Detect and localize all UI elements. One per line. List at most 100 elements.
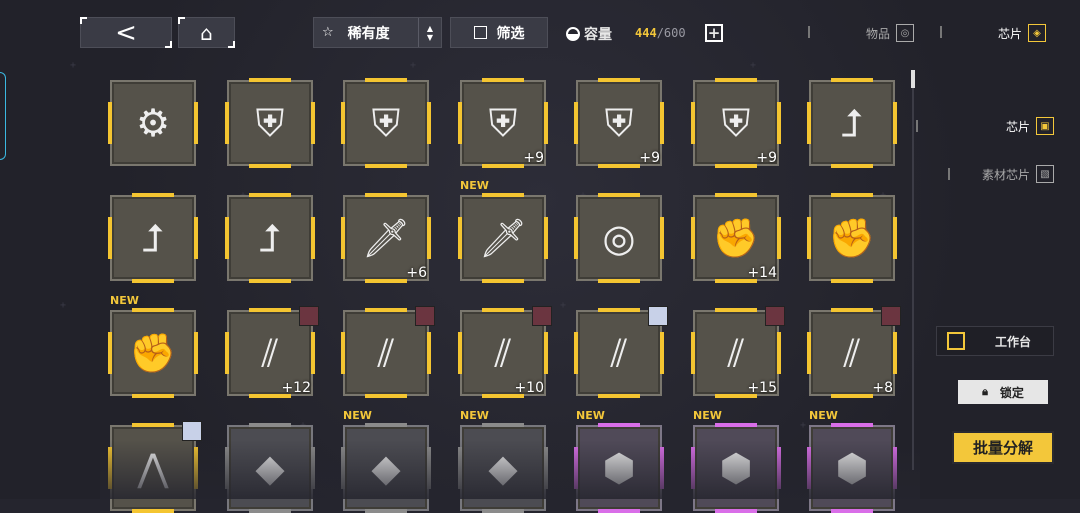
fist-icon: ✊ (828, 215, 876, 260)
background-marker: + (560, 300, 567, 311)
home-button[interactable]: ⌂ (178, 17, 235, 48)
equipped-character-avatar (415, 306, 435, 326)
workbench-label: 工作台 (995, 334, 1032, 349)
tab-chips-label: 芯片 (997, 26, 1022, 41)
background-marker: + (60, 300, 67, 311)
scrollbar-thumb[interactable] (911, 70, 915, 88)
batch-label: 批量分解 (972, 439, 1033, 457)
chip-item[interactable]: ✊ NEW (108, 294, 198, 398)
tab-items[interactable]: 物品 ◎ (808, 20, 918, 46)
enhance-level: +9 (639, 150, 660, 166)
capacity-label: 容量 (584, 27, 612, 43)
enhance-level: +6 (406, 265, 427, 281)
background-marker: + (70, 60, 77, 71)
chip-item[interactable]: ⫽ +10 (458, 306, 552, 398)
chip-icon: ▣ (1036, 117, 1054, 135)
new-badge: NEW (576, 409, 605, 422)
chevron-left-icon: < (115, 17, 137, 48)
chip-item[interactable]: ⮥ (225, 193, 315, 283)
chip-item[interactable]: ⫽ (341, 306, 435, 398)
enhance-level: +9 (756, 150, 777, 166)
star-icon: ☆ (322, 25, 334, 40)
filter-icon (473, 26, 487, 39)
chip-item[interactable]: ⫽ +15 (691, 306, 785, 398)
chainsaw-icon: ⚙ (135, 101, 171, 145)
chip-item[interactable]: ⚙ (108, 80, 198, 166)
new-badge: NEW (460, 409, 489, 422)
enhance-level: +15 (747, 380, 777, 396)
enhance-level: +9 (523, 150, 544, 166)
expand-capacity-button[interactable]: + (705, 24, 723, 42)
capacity-icon (566, 27, 580, 41)
scroll-fade (100, 440, 920, 499)
chip-icon: ◈ (1028, 24, 1046, 42)
equipped-character-avatar (765, 306, 785, 326)
chip-item[interactable]: ✊ +14 (691, 193, 781, 283)
new-badge: NEW (693, 409, 722, 422)
chip-item[interactable]: ⛨ (341, 78, 431, 168)
new-badge: NEW (110, 294, 139, 307)
turn-arrow-icon: ⮥ (258, 215, 282, 260)
chip-item[interactable]: ⮥ (807, 78, 897, 168)
tab-items-label: 物品 (865, 26, 890, 41)
workbench-icon (947, 332, 965, 350)
lock-icon: 🔒︎ (982, 385, 988, 398)
sort-label: 稀有度 (347, 25, 390, 42)
home-icon: ⌂ (200, 20, 213, 45)
new-badge: NEW (343, 409, 372, 422)
chip-item[interactable]: ⛨ +9 (458, 78, 548, 168)
enhance-level: +10 (514, 380, 544, 396)
filter-button[interactable]: 筛选 (450, 17, 548, 48)
chip-item[interactable]: ⫽ +12 (225, 306, 319, 398)
chip-item[interactable]: 🗡 NEW (458, 179, 548, 283)
chip-item[interactable]: ⫽ (574, 306, 668, 398)
workbench-button[interactable]: 工作台 (936, 326, 1054, 356)
enhance-level: +8 (872, 380, 893, 396)
chip-item[interactable]: ◎ (574, 193, 664, 283)
items-icon: ◎ (896, 24, 914, 42)
capacity: 容量 (566, 24, 612, 44)
scrollbar-track[interactable] (912, 70, 914, 470)
tab-chips[interactable]: 芯片 ◈ (940, 20, 1050, 46)
equipped-character-avatar (532, 306, 552, 326)
equipped-character-avatar (299, 306, 319, 326)
chip-item[interactable]: ⛨ (225, 78, 315, 168)
equipped-character-avatar (648, 306, 668, 326)
new-badge: NEW (460, 179, 489, 192)
side-tab-material-chips[interactable]: 素材芯片 ▧ (947, 165, 1054, 183)
capacity-max: /600 (656, 26, 686, 40)
back-button[interactable]: < (80, 17, 172, 48)
background-marker: + (750, 60, 757, 71)
chip-item[interactable]: ⮥ (108, 193, 198, 283)
new-badge: NEW (809, 409, 838, 422)
background-marker: + (410, 60, 417, 71)
sword-shield-icon: ⛨ (371, 100, 401, 145)
side-tab-material-label: 素材芯片 (981, 167, 1030, 182)
sword-shield-icon: ⛨ (255, 100, 285, 145)
sort-order-toggle[interactable]: ▲ ▼ (418, 18, 441, 47)
side-drawer-handle[interactable] (0, 72, 6, 160)
chip-item[interactable]: 🗡 +6 (341, 193, 431, 283)
batch-dismantle-button[interactable]: 批量分解 (952, 431, 1054, 464)
chip-item[interactable]: ⛨ +9 (691, 78, 781, 168)
fist-icon: ✊ (129, 330, 177, 375)
material-chip-icon: ▧ (1036, 165, 1054, 183)
background-marker: + (800, 420, 807, 431)
side-tab-chips[interactable]: 芯片 ▣ (915, 117, 1054, 135)
enhance-level: +12 (281, 380, 311, 396)
chip-item[interactable]: ⛨ +9 (574, 78, 664, 168)
sort-dropdown[interactable]: ☆ 稀有度 ▲ ▼ (313, 17, 442, 48)
lock-label: 锁定 (999, 385, 1024, 400)
side-tab-chips-label: 芯片 (1005, 119, 1030, 134)
turn-arrow-icon: ⮥ (840, 100, 864, 145)
lock-button[interactable]: 🔒︎ 锁定 (958, 380, 1048, 404)
capacity-current: 444 (635, 26, 657, 40)
capacity-value: 444/600 (635, 26, 686, 40)
equipped-character-avatar (881, 306, 901, 326)
chip-item[interactable]: ✊ (807, 193, 897, 283)
target-icon: ◎ (602, 216, 636, 260)
chip-item[interactable]: ⫽ +8 (807, 306, 901, 398)
blade-icon: 🗡 (478, 215, 528, 260)
turn-arrow-icon: ⮥ (141, 215, 165, 260)
filter-label: 筛选 (496, 25, 525, 42)
